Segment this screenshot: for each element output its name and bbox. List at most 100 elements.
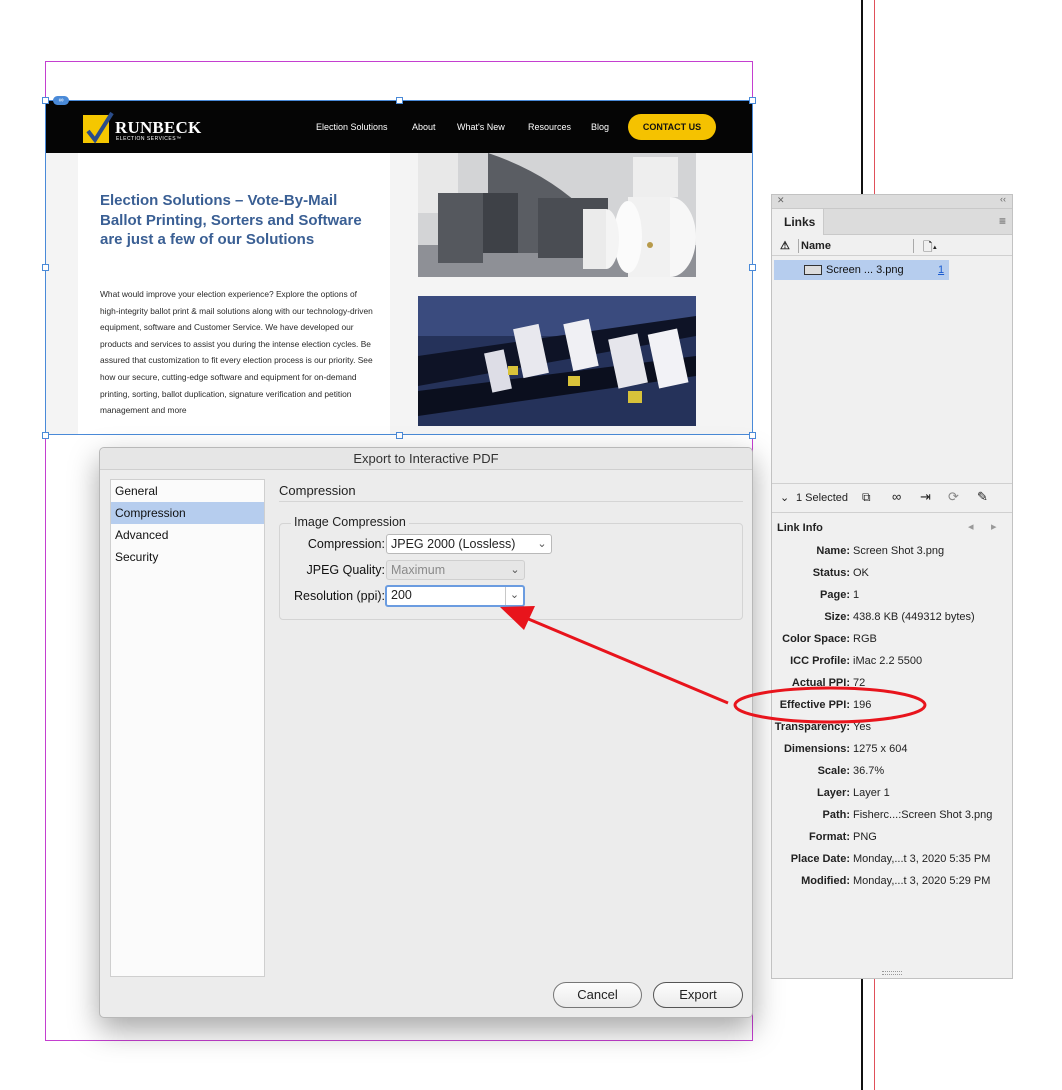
link-info-row: Status: OK [772, 564, 1012, 582]
link-info-value: RGB [853, 633, 877, 645]
name-column-header[interactable]: Name [801, 240, 831, 252]
link-info-value: Fisherc...:Screen Shot 3.png [853, 809, 993, 821]
link-info-row: Scale: 36.7% [772, 762, 1012, 780]
printing-press-photo [418, 153, 696, 277]
panel-title-bar: ✕ ‹‹ [772, 194, 1012, 209]
link-info-value: Layer 1 [853, 787, 890, 799]
cancel-button[interactable]: Cancel [553, 982, 642, 1008]
relink-icon[interactable]: ∞ [892, 489, 901, 504]
links-column-header: ⚠ Name 🗋▴ [772, 236, 1012, 256]
checkmark-icon [86, 111, 114, 144]
link-info-value: 438.8 KB (449312 bytes) [853, 611, 975, 623]
link-badge-icon[interactable]: ∞ [53, 96, 69, 105]
link-list-item[interactable]: Screen ... 3.png 1 [774, 260, 949, 280]
resolution-combo[interactable]: 200 ⌄ [385, 585, 525, 607]
link-info-title: Link Info [777, 522, 823, 534]
close-icon[interactable]: ✕ [777, 195, 785, 206]
link-info-label: Modified: [801, 875, 850, 887]
update-link-icon[interactable]: ⟳ [948, 489, 959, 505]
link-info-label: Size: [824, 611, 850, 623]
column-divider [798, 239, 799, 253]
resolution-label: Resolution (ppi): [293, 589, 385, 603]
link-info-label: Place Date: [790, 853, 850, 865]
relink-from-cc-icon[interactable]: ⧉ [862, 490, 871, 505]
page-sort-icon[interactable]: 🗋▴ [923, 238, 937, 259]
next-arrow-icon[interactable]: ▸ [991, 520, 997, 533]
link-info-value: 72 [853, 677, 866, 689]
link-info-label: Status: [812, 567, 850, 579]
link-info-value: Screen Shot 3.png [853, 545, 945, 557]
sidebar-item-general[interactable]: General [111, 480, 264, 502]
logo-name: RUNBECK [115, 118, 202, 137]
link-info-row: Effective PPI: 196 [772, 696, 1012, 714]
resize-handle[interactable] [42, 432, 49, 439]
chevron-down-icon[interactable]: ⌄ [505, 587, 523, 605]
resize-handle[interactable] [749, 97, 756, 104]
link-info-label: Transparency: [774, 721, 850, 733]
link-info-row: Color Space: RGB [772, 630, 1012, 648]
link-info-label: Page: [820, 589, 850, 601]
link-info-label: Dimensions: [783, 743, 850, 755]
resize-handle[interactable] [42, 97, 49, 104]
link-info-row: Transparency: Yes [772, 718, 1012, 736]
link-info-row: Layer: Layer 1 [772, 784, 1012, 802]
column-divider [913, 239, 914, 253]
link-page-number[interactable]: 1 [938, 260, 944, 280]
ballot-sorter-photo [418, 296, 696, 426]
link-info-row: Path: Fisherc...:Screen Shot 3.png [772, 806, 1012, 824]
link-name: Screen ... 3.png [826, 264, 904, 276]
link-info-row: Name: Screen Shot 3.png [772, 542, 1012, 560]
resize-handle[interactable] [42, 264, 49, 271]
link-info-row: ICC Profile: iMac 2.2 5500 [772, 652, 1012, 670]
link-info-label: Path: [822, 809, 851, 821]
previous-arrow-icon[interactable]: ◂ [968, 520, 974, 533]
placed-image-frame[interactable]: RUNBECK ELECTION SERVICES™ Election Solu… [45, 100, 753, 435]
link-info-row: Place Date: Monday,...t 3, 2020 5:35 PM [772, 850, 1012, 868]
image-thumbnail-icon [804, 265, 822, 275]
group-title: Image Compression [291, 515, 409, 529]
link-info-label: Layer: [816, 787, 850, 799]
link-info-label: ICC Profile: [790, 655, 850, 667]
chevron-down-icon: ⌄ [537, 538, 547, 550]
link-info-value: 36.7% [853, 765, 885, 777]
link-info-label: Name: [816, 545, 850, 557]
compression-select[interactable]: JPEG 2000 (Lossless) ⌄ [386, 534, 552, 554]
resize-handle[interactable] [396, 97, 403, 104]
links-panel-footer: ⌄ 1 Selected ⧉ ∞ ⇥ ⟳ ✎ [772, 483, 1012, 513]
link-info-value: iMac 2.2 5500 [853, 655, 923, 667]
link-info-value: Yes [853, 721, 871, 733]
warning-icon[interactable]: ⚠ [780, 239, 790, 252]
collapse-icon[interactable]: ‹‹ [1000, 194, 1006, 204]
nav-about: About [412, 122, 436, 132]
nav-resources: Resources [528, 122, 572, 132]
sidebar-item-compression[interactable]: Compression [111, 502, 264, 524]
link-info-value: Monday,...t 3, 2020 5:29 PM [853, 875, 991, 887]
website-body-text: What would improve your election experie… [100, 289, 373, 416]
resize-grip-icon[interactable] [882, 971, 902, 975]
export-pdf-dialog: Export to Interactive PDF General Compre… [99, 447, 753, 1018]
chevron-down-icon: ⌄ [510, 564, 520, 576]
edit-original-icon[interactable]: ✎ [977, 489, 988, 505]
panel-menu-icon[interactable]: ≡ [999, 214, 1006, 228]
link-info-value: 1275 x 604 [853, 743, 908, 755]
indesign-document: RUNBECK ELECTION SERVICES™ Election Solu… [0, 0, 1062, 1090]
dialog-sidebar: General Compression Advanced Security [110, 479, 265, 977]
link-info-header: Link Info ◂ ▸ [772, 515, 1012, 537]
compression-label: Compression: [307, 537, 385, 551]
chevron-down-icon[interactable]: ⌄ [780, 491, 789, 504]
resolution-value: 200 [391, 588, 412, 602]
go-to-link-icon[interactable]: ⇥ [920, 489, 931, 505]
export-button[interactable]: Export [653, 982, 743, 1008]
resize-handle[interactable] [396, 432, 403, 439]
link-info-label: Format: [809, 831, 850, 843]
tab-links[interactable]: Links [772, 209, 824, 235]
jpeg-quality-label: JPEG Quality: [306, 563, 386, 577]
section-title: Compression [279, 483, 356, 498]
link-info-label: Actual PPI: [791, 677, 850, 689]
compression-value: JPEG 2000 (Lossless) [391, 537, 516, 551]
link-info-row: Actual PPI: 72 [772, 674, 1012, 692]
resize-handle[interactable] [749, 432, 756, 439]
resize-handle[interactable] [749, 264, 756, 271]
link-info-row: Modified: Monday,...t 3, 2020 5:29 PM [772, 872, 1012, 890]
website-heading: Election Solutions – Vote-By-Mail Ballot… [100, 192, 362, 248]
